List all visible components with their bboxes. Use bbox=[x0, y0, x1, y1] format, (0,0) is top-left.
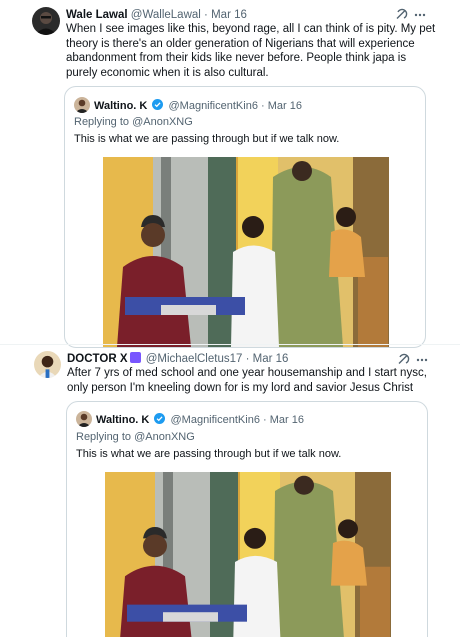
author-name[interactable]: DOCTOR X bbox=[67, 353, 128, 365]
avatar-wale-lawal[interactable] bbox=[32, 7, 60, 35]
quote-author-handle[interactable]: @MagnificentKin6 bbox=[169, 100, 258, 112]
more-icon[interactable] bbox=[415, 353, 429, 367]
quote-tweet-1[interactable]: Waltino. K @MagnificentKin6 · Mar 16 Rep… bbox=[64, 86, 426, 348]
tweet-2-header: DOCTOR X @MichaelCletus17 · Mar 16 bbox=[67, 352, 288, 366]
quote-avatar[interactable] bbox=[74, 97, 90, 113]
tweet-date[interactable]: Mar 16 bbox=[211, 9, 247, 21]
tweet-2[interactable]: DOCTOR X @MichaelCletus17 · Mar 16 After… bbox=[0, 345, 460, 637]
quote-photo[interactable] bbox=[105, 472, 391, 637]
separator-dot: · bbox=[245, 353, 250, 365]
more-icon[interactable] bbox=[413, 8, 427, 22]
quote-avatar[interactable] bbox=[76, 411, 92, 427]
separator-dot: · bbox=[263, 414, 267, 426]
quote-tweet-2[interactable]: Waltino. K @MagnificentKin6 · Mar 16 Rep… bbox=[66, 401, 428, 637]
tweet-date[interactable]: Mar 16 bbox=[253, 353, 289, 365]
tweet-2-text: After 7 yrs of med school and one year h… bbox=[67, 367, 427, 394]
grok-icon[interactable] bbox=[394, 8, 408, 22]
badge-emoji-icon bbox=[129, 352, 141, 363]
author-name[interactable]: Wale Lawal bbox=[66, 9, 128, 21]
separator-dot: · bbox=[204, 9, 208, 21]
quote-author-name[interactable]: Waltino. K bbox=[96, 414, 149, 426]
tweet-1[interactable]: Wale Lawal @WalleLawal · Mar 16 When I s… bbox=[0, 0, 460, 348]
quote-text: This is what we are passing through but … bbox=[76, 448, 342, 460]
quote-author-handle[interactable]: @MagnificentKin6 bbox=[171, 414, 260, 426]
quote-date[interactable]: Mar 16 bbox=[270, 414, 304, 426]
quote-author-name[interactable]: Waltino. K bbox=[94, 100, 147, 112]
verified-icon bbox=[152, 99, 164, 110]
replying-to[interactable]: Replying to @AnonXNG bbox=[74, 116, 193, 129]
quote-date[interactable]: Mar 16 bbox=[268, 100, 302, 112]
replying-to[interactable]: Replying to @AnonXNG bbox=[76, 431, 195, 444]
grok-icon[interactable] bbox=[396, 353, 410, 367]
author-handle[interactable]: @WalleLawal bbox=[131, 9, 201, 21]
tweet-1-header: Wale Lawal @WalleLawal · Mar 16 bbox=[66, 8, 247, 22]
quote-text: This is what we are passing through but … bbox=[74, 133, 340, 145]
avatar-doctor-x[interactable] bbox=[34, 351, 61, 378]
separator-dot: · bbox=[261, 100, 265, 112]
quote-photo[interactable] bbox=[103, 157, 389, 347]
quote-header: Waltino. K @MagnificentKin6 · Mar 16 bbox=[94, 99, 302, 113]
author-handle[interactable]: @MichaelCletus17 bbox=[146, 353, 243, 365]
quote-header: Waltino. K @MagnificentKin6 · Mar 16 bbox=[96, 413, 304, 427]
tweet-1-text: When I see images like this, beyond rage… bbox=[66, 23, 436, 79]
verified-icon bbox=[154, 413, 166, 424]
